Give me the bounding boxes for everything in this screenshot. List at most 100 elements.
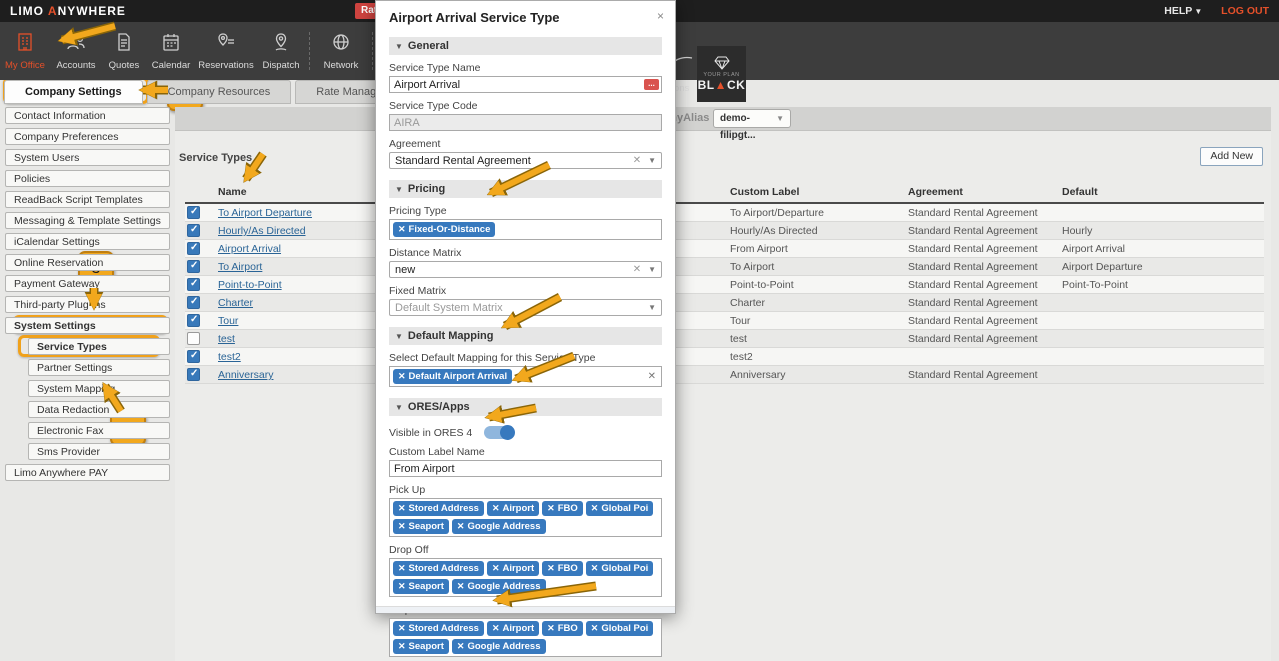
ellipsis-button[interactable]: ... [644, 79, 659, 90]
section-default-mapping[interactable]: ▼ Default Mapping [389, 327, 662, 345]
sidebar-item[interactable]: Online Reservation [5, 254, 170, 271]
fixed-matrix-select[interactable]: Default System Matrix ▼ [389, 299, 662, 316]
address-type-tag[interactable]: ✕ FBO [542, 561, 583, 576]
address-type-tag[interactable]: ✕ Google Address [451, 579, 546, 594]
row-checkbox[interactable] [187, 242, 200, 255]
clear-icon[interactable]: ✕ [633, 264, 641, 275]
row-checkbox[interactable] [187, 332, 200, 345]
sidebar-item[interactable]: Policies [5, 170, 170, 187]
nav-quotes[interactable]: Quotes [102, 23, 146, 79]
remove-tag-icon[interactable]: ✕ [457, 581, 465, 591]
tab-company-settings[interactable]: Company Settings [4, 80, 143, 104]
nav-accounts[interactable]: Accounts [50, 23, 102, 79]
address-type-tag[interactable]: ✕ Stored Address [393, 621, 484, 636]
sidebar-item[interactable]: Messaging & Template Settings [5, 212, 170, 229]
row-checkbox[interactable] [187, 278, 200, 291]
default-mapping-tag[interactable]: ✕ Default Airport Arrival [393, 369, 513, 384]
address-type-tag[interactable]: ✕ Airport [486, 621, 540, 636]
custom-label-name-input[interactable]: From Airport [389, 460, 662, 477]
remove-tag-icon[interactable]: ✕ [492, 563, 500, 573]
remove-tag-icon[interactable]: ✕ [492, 623, 500, 633]
sidebar-item[interactable]: Payment Gateway [5, 275, 170, 292]
service-type-link[interactable]: To Airport [218, 261, 262, 273]
remove-tag-icon[interactable]: ✕ [398, 224, 406, 234]
row-checkbox[interactable] [187, 260, 200, 273]
company-alias-dropdown[interactable]: demo-filipgt... ▼ [713, 109, 791, 141]
address-type-tag[interactable]: ✕ Airport [486, 561, 540, 576]
stops-field[interactable]: ✕ Stored Address ✕ Airport ✕ FBO ✕ Global Poi ✕ S… [389, 618, 662, 657]
remove-tag-icon[interactable]: ✕ [591, 623, 599, 633]
sidebar-item[interactable]: iCalendar Settings [5, 233, 170, 250]
address-type-tag[interactable]: ✕ Google Address [451, 519, 546, 534]
sidebar-item[interactable]: System Users [5, 149, 170, 166]
pricing-type-field[interactable]: ✕ Fixed-Or-Distance [389, 219, 662, 240]
row-checkbox[interactable] [187, 224, 200, 237]
address-type-tag[interactable]: ✕ Seaport [393, 519, 449, 534]
service-type-link[interactable]: To Airport Departure [218, 207, 312, 219]
address-type-tag[interactable]: ✕ Stored Address [393, 561, 484, 576]
visible-in-ores-toggle[interactable] [484, 425, 516, 440]
row-checkbox[interactable] [187, 296, 200, 309]
sidebar-item[interactable]: Contact Information [5, 107, 170, 124]
remove-tag-icon[interactable]: ✕ [591, 563, 599, 573]
remove-tag-icon[interactable]: ✕ [398, 623, 406, 633]
address-type-tag[interactable]: ✕ Global Poi [585, 561, 654, 576]
agreement-select[interactable]: Standard Rental Agreement ✕ ▼ [389, 152, 662, 169]
service-type-link[interactable]: test [218, 333, 235, 345]
logout-link[interactable]: LOG OUT [1221, 5, 1269, 17]
address-type-tag[interactable]: ✕ Google Address [451, 639, 546, 654]
remove-tag-icon[interactable]: ✕ [398, 641, 406, 651]
service-type-name-input[interactable]: Airport Arrival ... [389, 76, 662, 93]
default-mapping-field[interactable]: ✕ Default Airport Arrival ✕ [389, 366, 662, 387]
address-type-tag[interactable]: ✕ Airport [486, 501, 540, 516]
remove-tag-icon[interactable]: ✕ [457, 521, 465, 531]
sidebar-item[interactable]: System Mapping [28, 380, 170, 397]
nav-network[interactable]: Network [313, 23, 369, 79]
remove-tag-icon[interactable]: ✕ [398, 521, 406, 531]
address-type-tag[interactable]: ✕ Seaport [393, 579, 449, 594]
sidebar-item[interactable]: Sms Provider [28, 443, 170, 460]
address-type-tag[interactable]: ✕ FBO [542, 621, 583, 636]
row-checkbox[interactable] [187, 368, 200, 381]
remove-tag-icon[interactable]: ✕ [591, 503, 599, 513]
help-menu[interactable]: HELP [1164, 5, 1192, 17]
sidebar-item[interactable]: System Settings [5, 317, 170, 334]
address-type-tag[interactable]: ✕ Global Poi [585, 501, 654, 516]
plan-black-badge[interactable]: YOUR PLAN BL▲CK [697, 46, 746, 102]
clear-icon[interactable]: ✕ [633, 155, 641, 166]
distance-matrix-select[interactable]: new ✕ ▼ [389, 261, 662, 278]
address-type-tag[interactable]: ✕ FBO [542, 501, 583, 516]
service-type-link[interactable]: Charter [218, 297, 253, 309]
close-icon[interactable]: × [657, 9, 664, 23]
remove-tag-icon[interactable]: ✕ [398, 503, 406, 513]
add-new-button[interactable]: Add New [1200, 147, 1263, 166]
service-type-link[interactable]: Anniversary [218, 369, 273, 381]
row-checkbox[interactable] [187, 314, 200, 327]
pick-up-field[interactable]: ✕ Stored Address ✕ Airport ✕ FBO ✕ Global Poi ✕ S… [389, 498, 662, 537]
service-type-link[interactable]: Tour [218, 315, 238, 327]
address-type-tag[interactable]: ✕ Global Poi [585, 621, 654, 636]
sidebar-item[interactable]: Service Types [28, 338, 170, 355]
address-type-tag[interactable]: ✕ Seaport [393, 639, 449, 654]
remove-tag-icon[interactable]: ✕ [547, 563, 555, 573]
remove-tag-icon[interactable]: ✕ [547, 623, 555, 633]
address-type-tag[interactable]: ✕ Stored Address [393, 501, 484, 516]
row-checkbox[interactable] [187, 350, 200, 363]
nav-dispatch[interactable]: Dispatch [256, 23, 306, 79]
remove-tag-icon[interactable]: ✕ [457, 641, 465, 651]
tab-company-resources[interactable]: Company Resources [146, 80, 292, 104]
remove-tag-icon[interactable]: ✕ [547, 503, 555, 513]
service-type-link[interactable]: test2 [218, 351, 241, 363]
remove-tag-icon[interactable]: ✕ [398, 563, 406, 573]
service-type-link[interactable]: Point-to-Point [218, 279, 282, 291]
remove-tag-icon[interactable]: ✕ [398, 371, 406, 381]
sidebar-item[interactable]: ReadBack Script Templates [5, 191, 170, 208]
row-checkbox[interactable] [187, 206, 200, 219]
service-type-link[interactable]: Airport Arrival [218, 243, 281, 255]
remove-tag-icon[interactable]: ✕ [398, 581, 406, 591]
remove-tag-icon[interactable]: ✕ [492, 503, 500, 513]
sidebar-item[interactable]: Electronic Fax [28, 422, 170, 439]
service-type-link[interactable]: Hourly/As Directed [218, 225, 306, 237]
sidebar-item[interactable]: Third-party Plug-ins [5, 296, 170, 313]
nav-reservations[interactable]: Reservations [196, 23, 256, 79]
